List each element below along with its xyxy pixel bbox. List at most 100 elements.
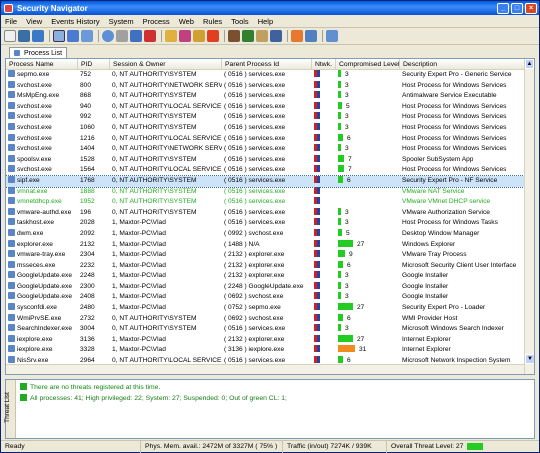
table-row[interactable]: GoogleUpdate.exe 2408 1, Maxtor-PC\Vlad ( 0… [6,292,534,303]
threat-level-text: Overall Threat Level: 27 [391,442,464,450]
column-header-network[interactable]: Ntwk. [312,59,336,69]
rule-icon[interactable] [165,30,177,42]
process-icon [8,154,15,162]
menu-rules[interactable]: Rules [203,17,222,26]
cell-process-name: dwm.exe [6,228,78,240]
table-row[interactable]: svchost.exe 940 0, NT AUTHORITY\LOCAL SERV… [6,101,534,113]
cell-network [312,165,336,176]
cell-parent: ( 0516 ) services.exe [222,165,312,176]
home-icon[interactable] [291,30,303,42]
table-row[interactable]: svchost.exe 1564 0, NT AUTHORITY\LOCAL SER… [6,165,534,176]
process-list-tab-icon [13,50,20,56]
scroll-up-icon[interactable]: ▲ [525,59,534,69]
table-row[interactable]: svchost.exe 800 0, NT AUTHORITY\NETWORK SE… [6,80,534,92]
table-row[interactable]: GoogleUpdate.exe 2248 1, Maxtor-PC\Vlad ( 2… [6,271,534,282]
column-header-description[interactable]: Description [400,59,526,69]
table-row[interactable]: svchost.exe 1216 0, NT AUTHORITY\LOCAL SER… [6,133,534,145]
process-table[interactable]: Process Name PID Session & Owner Parent … [5,58,535,375]
menu-view[interactable]: View [26,17,42,26]
help-icon[interactable] [326,30,338,42]
cell-network [312,186,336,198]
settings-icon[interactable] [116,30,128,42]
save-icon[interactable] [32,30,44,42]
table-row[interactable]: SearchIndexer.exe 3004 0, NT AUTHORITY\SYS… [6,324,534,335]
level-bar [338,303,353,311]
shield-icon[interactable] [242,30,254,42]
menu-web[interactable]: Web [179,17,194,26]
horizontal-scrollbar[interactable] [6,364,524,374]
menu-help[interactable]: Help [258,17,273,26]
level-value: 9 [349,251,353,259]
cell-parent: ( 0516 ) services.exe [222,197,312,208]
cell-process-name: MsMpEng.exe [6,91,78,102]
refresh-icon[interactable] [81,30,93,42]
table-row[interactable]: explorer.exe 2132 1, Maxtor-PC\Vlad ( 1488 … [6,239,534,251]
info-icon[interactable] [270,30,282,42]
monitor-icon[interactable] [305,30,317,42]
close-button[interactable]: × [525,2,537,14]
table-row[interactable]: sepmo.exe 752 0, NT AUTHORITY\SYSTEM ( 0516… [6,70,534,81]
table-row[interactable]: iexplore.exe 3328 1, Maxtor-PC\Vlad ( 3136 … [6,345,534,356]
table-row[interactable]: sipf.exe 1768 0, NT AUTHORITY\SYSTEM ( 0516… [6,174,534,188]
column-header-process-name[interactable]: Process Name [6,59,78,69]
column-header-session-owner[interactable]: Session & Owner [110,59,222,69]
table-row[interactable]: sysconfdi.exe 2480 1, Maxtor-PC\Vlad ( 0752… [6,303,534,314]
cell-description-text: Google Installer [402,282,449,290]
column-header-pid[interactable]: PID [78,59,110,69]
table-row[interactable]: vmware-tray.exe 2304 1, Maxtor-PC\Vlad ( 21… [6,250,534,261]
minimize-button[interactable]: _ [497,2,509,14]
scroll-down-icon[interactable]: ▼ [525,354,534,364]
cell-compromised-level: 3 [336,271,400,282]
maximize-button[interactable]: □ [511,2,523,14]
alert-icon[interactable] [207,30,219,42]
table-row[interactable]: WmiPrvSE.exe 2732 0, NT AUTHORITY\SYSTEM ( … [6,313,534,325]
table-row[interactable]: GoogleUpdate.exe 2300 1, Maxtor-PC\Vlad ( 2… [6,281,534,293]
tab-process-list[interactable]: Process List [9,47,67,58]
table-row[interactable]: MsMpEng.exe 868 0, NT AUTHORITY\SYSTEM ( 05… [6,91,534,102]
column-header-compromised-level[interactable]: Compromised Level [336,59,400,69]
globe-icon[interactable] [102,30,114,42]
status-traffic: Traffic (in/out) 7274K / 939K [283,440,387,453]
network-flag-icon [314,292,320,300]
open-icon[interactable] [18,30,30,42]
new-icon[interactable] [4,30,16,42]
menu-process[interactable]: Process [143,17,170,26]
level-bar [338,345,355,353]
table-row[interactable]: vmnat.exe 1888 0, NT AUTHORITY\SYSTEM ( 051… [6,186,534,198]
menu-events-history[interactable]: Events History [51,17,99,26]
cell-process-name: explorer.exe [6,239,78,251]
column-header-parent-process-id[interactable]: Parent Process Id [222,59,312,69]
cell-parent-text: ( 0516 ) services.exe [224,176,286,184]
key-icon[interactable] [193,30,205,42]
cell-owner-text: 0, NT AUTHORITY\LOCAL SERVICE [112,134,222,142]
table-row[interactable]: vmware-authd.exe 196 0, NT AUTHORITY\SYSTE… [6,207,534,219]
level-bar [338,260,343,268]
plugin-icon[interactable] [179,30,191,42]
table-row[interactable]: iexplore.exe 3136 1, Maxtor-PC\Vlad ( 2132 … [6,334,534,346]
threat-list-side-tab[interactable]: Threat List [4,380,16,438]
menu-file[interactable]: File [5,17,17,26]
process-list-icon[interactable] [53,30,65,42]
level-bar [338,175,343,183]
table-row[interactable]: msseces.exe 2232 1, Maxtor-PC\Vlad ( 2132 )… [6,260,534,272]
cell-owner: 1, Maxtor-PC\Vlad [110,261,222,272]
table-row[interactable]: svchost.exe 992 0, NT AUTHORITY\SYSTEM ( 05… [6,112,534,123]
archive-icon[interactable] [256,30,268,42]
table-row[interactable]: svchost.exe 1060 0, NT AUTHORITY\SYSTEM ( 0… [6,122,534,134]
tools-icon[interactable] [228,30,240,42]
cell-owner-text: 1, Maxtor-PC\Vlad [112,335,166,343]
vertical-scrollbar[interactable]: ▲ ▼ [524,59,534,374]
cell-network [312,133,336,145]
kill-icon[interactable] [144,30,156,42]
table-row[interactable]: spoolsv.exe 1528 0, NT AUTHORITY\SYSTEM ( 0… [6,154,534,166]
cell-compromised-level: 7 [336,154,400,166]
network-icon[interactable] [67,30,79,42]
menu-tools[interactable]: Tools [231,17,249,26]
table-row[interactable]: vmnetdhcp.exe 1952 0, NT AUTHORITY\SYSTEM (… [6,197,534,208]
cell-compromised-level: 6 [336,313,400,325]
suspend-icon[interactable] [130,30,142,42]
table-row[interactable]: taskhost.exe 2028 1, Maxtor-PC\Vlad ( 0516 … [6,218,534,229]
table-row[interactable]: dwm.exe 2092 1, Maxtor-PC\Vlad ( 0992 ) svc… [6,228,534,240]
table-row[interactable]: svchost.exe 1404 0, NT AUTHORITY\NETWORK S… [6,144,534,155]
menu-system[interactable]: System [109,17,134,26]
